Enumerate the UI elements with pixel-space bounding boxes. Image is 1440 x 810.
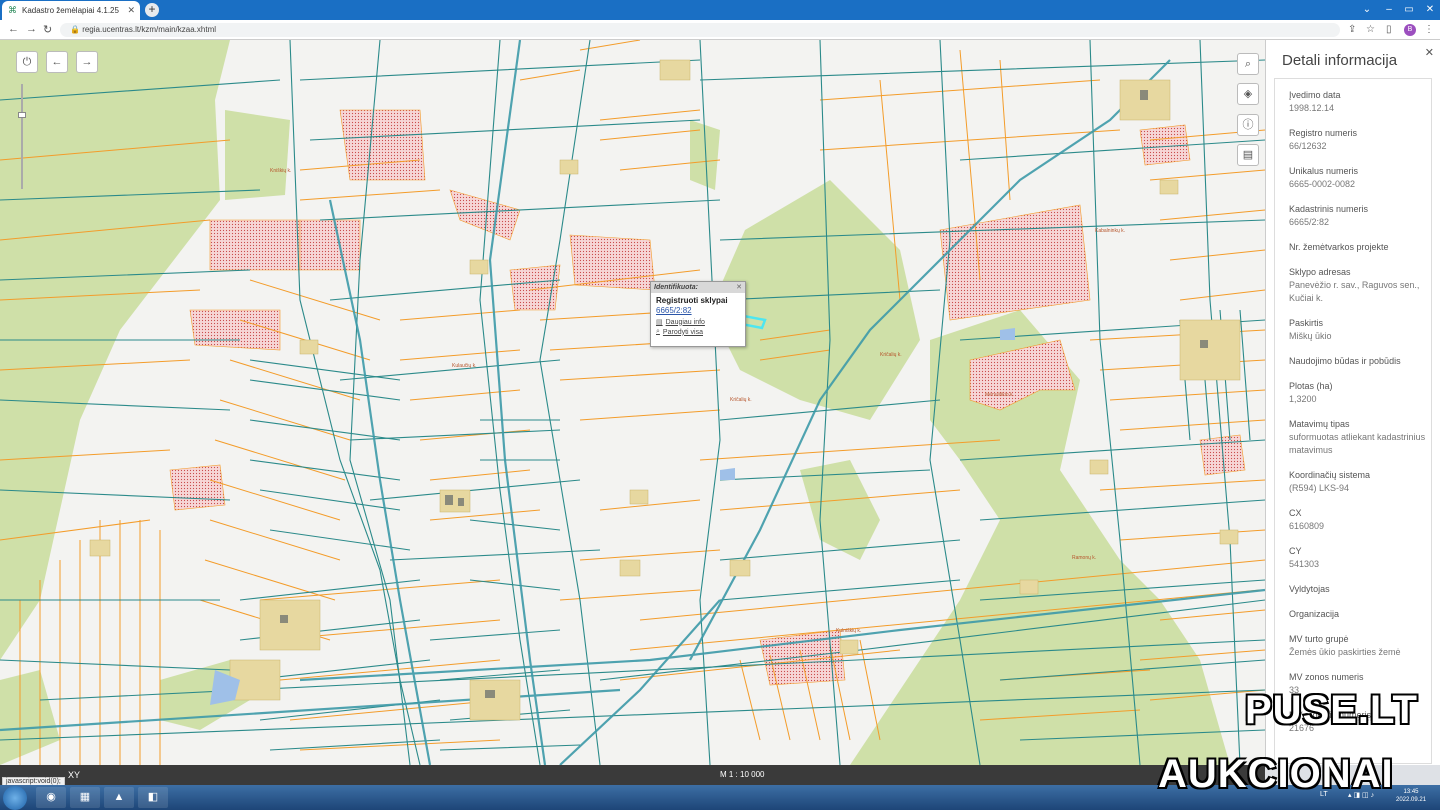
profile-avatar[interactable]: B (1404, 24, 1416, 36)
detail-panel: Detali informacija ✕ Įvedimo data 1998.12… (1265, 40, 1440, 765)
taskbar-clock[interactable]: 13:45 2022.09.21 (1396, 788, 1426, 804)
search-icon[interactable]: ⌕ (1237, 53, 1259, 75)
detail-field: CY 541303 (1289, 546, 1320, 569)
watermark-line-1: PUSE.LT (1245, 688, 1418, 732)
restricted-area (569, 234, 656, 291)
detail-field: Kadastrinis numeris 6665/2:82 (1289, 204, 1369, 227)
back-icon[interactable]: ← (8, 23, 19, 35)
place-label: Kabalninkų k. (1095, 228, 1126, 234)
layers-icon[interactable]: ◈ (1237, 83, 1259, 105)
power-icon[interactable]: ⏻ (16, 51, 38, 73)
detail-field: CX 6160809 (1289, 508, 1325, 531)
panel-close-icon[interactable]: ✕ (1425, 46, 1434, 59)
info-icon[interactable]: ⓘ (1237, 114, 1259, 136)
detail-field: Įvedimo data 1998.12.14 (1289, 90, 1341, 113)
restricted-area (189, 309, 281, 351)
new-tab-button[interactable]: + (145, 3, 159, 17)
place-label: Kniškių k. (270, 168, 292, 174)
water-body (720, 468, 735, 480)
identify-popup: Identifikuota: ✕ Registruoti sklypai 666… (650, 281, 746, 347)
place-label: Kričalių k. (730, 397, 752, 403)
browser-toolbar: ← → ↻ 🔒 regia.ucentras.lt/kzm/main/kzaa.… (0, 20, 1440, 40)
document-icon: ▤ (656, 319, 663, 326)
browser-tab-bar: ⌘ Kadastro žemėlapiai 4.1.25 ✕ + ⌄ – ▭ ✕ (0, 0, 1440, 20)
popup-parcel-link[interactable]: 6665/2:82 (651, 305, 745, 316)
tab-title: Kadastro žemėlapiai 4.1.25 (22, 6, 119, 15)
detail-field: MV turto grupė Žemės ūkio paskirties žemė (1289, 634, 1401, 657)
map-scale: M 1 : 10 000 (720, 770, 765, 779)
detail-field: Nr. žemėtvarkos projekte (1289, 242, 1389, 252)
url-text: regia.ucentras.lt/kzm/main/kzaa.xhtml (82, 25, 217, 34)
bookmark-star-icon[interactable]: ☆ (1366, 24, 1375, 35)
zoom-icon: ⌕ (656, 328, 660, 335)
site-favicon-icon: ⌘ (8, 5, 17, 15)
restricted-area (299, 219, 361, 271)
lock-icon: 🔒 (70, 25, 83, 34)
detail-field: Registro numeris 66/12632 (1289, 128, 1358, 151)
address-input[interactable]: 🔒 regia.ucentras.lt/kzm/main/kzaa.xhtml (60, 23, 1340, 37)
restricted-area (339, 109, 426, 181)
side-panel-icon[interactable]: ▯ (1386, 24, 1392, 35)
place-label: Kulniškių k. (836, 628, 862, 634)
restricted-area (209, 219, 301, 271)
undo-arrow-icon[interactable]: ← (46, 51, 68, 73)
tab-close-icon[interactable]: ✕ (127, 5, 135, 16)
water-body (1000, 328, 1015, 340)
file-explorer-icon[interactable]: ▦ (70, 787, 100, 808)
cadastral-map[interactable]: Kniškių k. Kabalninkų k. Kričalių k. Kri… (0, 40, 1265, 765)
office-app-icon[interactable]: ◧ (138, 787, 168, 808)
zoom-handle[interactable] (18, 112, 26, 118)
browser-tab[interactable]: ⌘ Kadastro žemėlapiai 4.1.25 ✕ (2, 1, 140, 20)
chrome-app-icon[interactable]: ◉ (36, 787, 66, 808)
browser-menu-icon[interactable]: ⋮ (1424, 24, 1434, 35)
detail-field: Sklypo adresas Panevėžio r. sav., Raguvos… (1289, 267, 1420, 303)
detail-field: Organizacija (1289, 609, 1340, 619)
start-button[interactable] (3, 786, 27, 810)
detail-field: Matavimų tipas suformuotas atliekant kada… (1289, 419, 1426, 455)
forward-icon[interactable]: → (26, 23, 37, 35)
minimize-window-button[interactable]: – (1380, 0, 1398, 20)
pdf-app-icon[interactable]: ▲ (104, 787, 134, 808)
detail-field: Unikalus numeris 6665-0002-0082 (1289, 166, 1359, 189)
tab-search-icon[interactable]: ⌄ (1358, 0, 1376, 20)
detail-field: Koordinačių sistema (R594) LKS-94 (1289, 470, 1371, 493)
detail-field: Naudojimo būdas ir pobūdis (1289, 356, 1401, 366)
forest-area (0, 670, 60, 765)
popup-more-info-link[interactable]: ▤ Daugiau info (651, 316, 745, 327)
document-icon[interactable]: ▤ (1237, 144, 1259, 166)
zoom-track (21, 84, 23, 189)
place-label: Kulaučių k. (452, 363, 477, 369)
maximize-window-button[interactable]: ▭ (1400, 0, 1418, 20)
detail-field: Plotas (ha) 1,3200 (1289, 381, 1333, 404)
watermark-line-2: AUKCIONAI (1158, 752, 1394, 796)
forest-area (800, 460, 880, 560)
restricted-area (939, 204, 1091, 321)
xy-coordinates-button[interactable]: XY (68, 770, 80, 780)
popup-header: Identifikuota: (651, 282, 745, 293)
place-label: Kričalių k. (880, 352, 902, 358)
reload-icon[interactable]: ↻ (43, 23, 52, 36)
popup-close-icon[interactable]: ✕ (736, 283, 742, 291)
forest-area (225, 110, 290, 200)
redo-arrow-icon[interactable]: → (76, 51, 98, 73)
panel-title: Detali informacija (1282, 52, 1398, 69)
detail-fields[interactable]: Įvedimo data 1998.12.14 Registro numeris 6… (1274, 78, 1432, 764)
map-canvas[interactable] (0, 40, 1265, 765)
place-label: Mėnuliškio k. (985, 392, 1014, 398)
popup-title: Registruoti sklypai (656, 296, 728, 305)
share-icon[interactable]: ⇪ (1348, 24, 1356, 35)
detail-field: Vyldytojas (1289, 584, 1330, 594)
popup-show-all-link[interactable]: ⌕ Parodyti visa (651, 326, 745, 336)
close-window-button[interactable]: ✕ (1420, 0, 1440, 20)
restricted-area (169, 464, 226, 511)
forest-area (0, 40, 230, 660)
place-label: Ramonų k. (1072, 555, 1097, 561)
map-status-bar: XY M 1 : 10 000 javascript:void(0); (0, 765, 1265, 786)
detail-field: Paskirtis Miškų ūkio (1289, 318, 1332, 341)
zoom-slider[interactable] (18, 84, 26, 189)
